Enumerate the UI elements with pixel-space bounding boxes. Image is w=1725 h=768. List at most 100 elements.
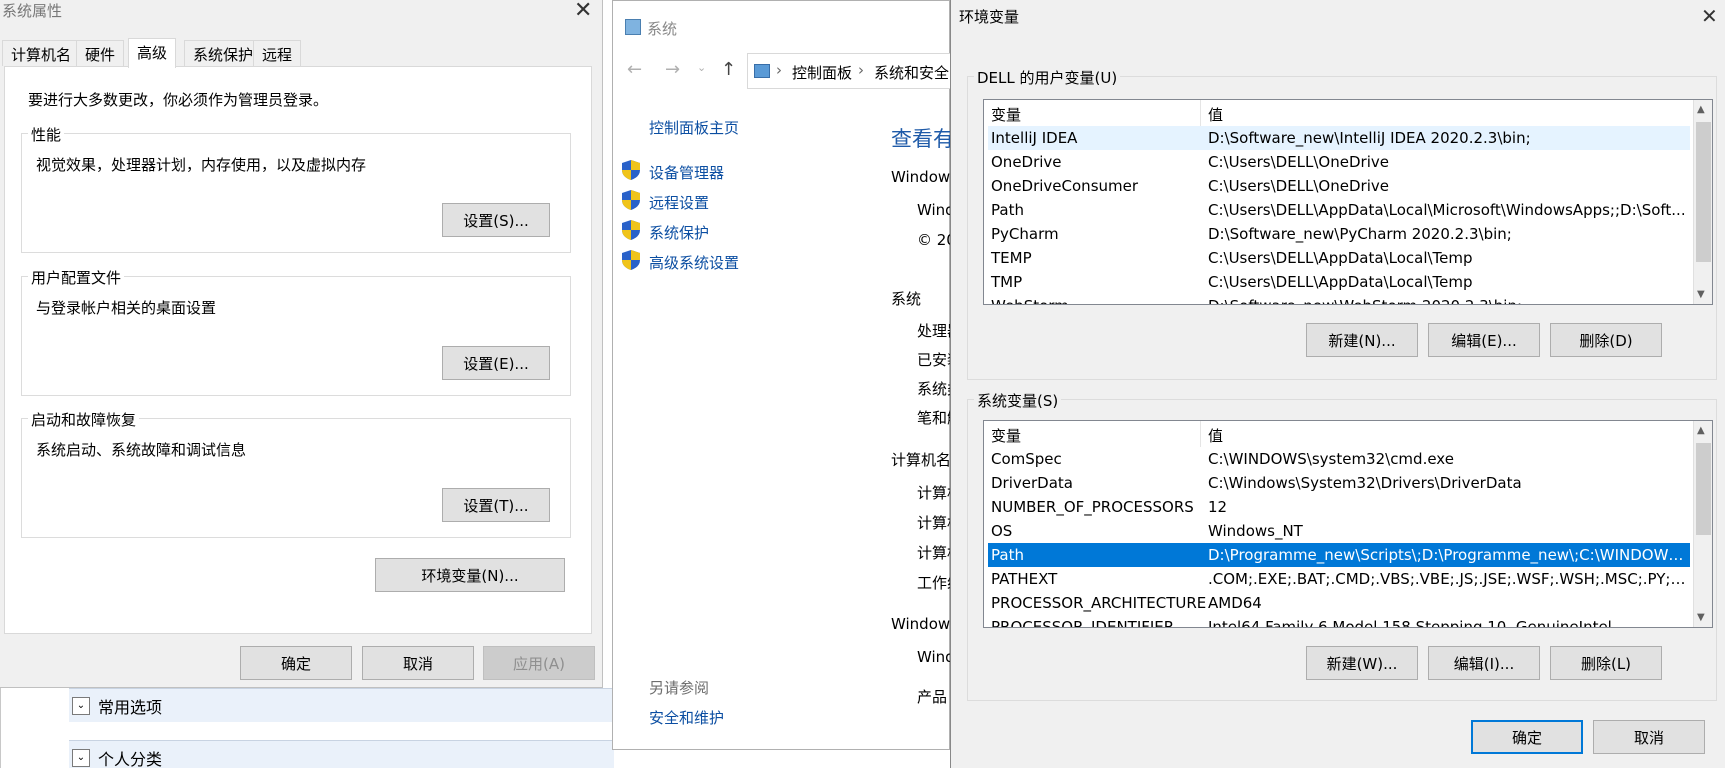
profiles-settings-button[interactable]: 设置(E)...: [442, 346, 550, 380]
see-also-label: 另请参阅: [649, 679, 710, 697]
tab-advanced[interactable]: 高级: [128, 38, 177, 68]
column-variable[interactable]: 变量: [991, 104, 1021, 125]
system-protection-link[interactable]: 系统保护: [649, 222, 709, 243]
chevron-down-icon[interactable]: ⌄: [697, 61, 706, 74]
var-name: OneDrive: [991, 153, 1062, 171]
scroll-up-icon[interactable]: ▲: [1697, 104, 1705, 115]
table-row[interactable]: DriverData C:\Windows\System32\Drivers\Dr…: [988, 471, 1690, 495]
group-desc: 与登录帐户相关的桌面设置: [36, 299, 217, 317]
var-name: Path: [991, 201, 1024, 219]
group-title: 性能: [28, 124, 65, 145]
table-row[interactable]: ComSpec C:\WINDOWS\system32\cmd.exe: [988, 447, 1690, 471]
info-text: 计算机: [917, 514, 951, 532]
var-value: C:\Users\DELL\AppData\Local\Temp: [1208, 249, 1473, 267]
var-value: D:\Programme_new\Scripts\;D:\Programme_n…: [1208, 546, 1686, 564]
scroll-down-icon[interactable]: ▼: [1697, 612, 1705, 623]
var-name: PROCESSOR_ARCHITECTURE: [991, 594, 1207, 612]
column-value[interactable]: 值: [1208, 104, 1223, 125]
user-delete-button[interactable]: 删除(D): [1550, 323, 1662, 357]
address-bar[interactable]: › 控制面板 › 系统和安全: [747, 53, 951, 89]
table-row[interactable]: PROCESSOR_ARCHITECTURE AMD64: [988, 591, 1690, 615]
ok-button[interactable]: 确定: [1471, 720, 1583, 754]
info-text: 处理器: [917, 322, 951, 340]
tab-remote[interactable]: 远程: [253, 40, 302, 66]
list-header: 变量 值: [984, 100, 1712, 126]
scroll-thumb[interactable]: [1696, 122, 1711, 262]
ok-button[interactable]: 确定: [240, 646, 352, 680]
table-row[interactable]: NUMBER_OF_PROCESSORS 12: [988, 495, 1690, 519]
security-maintenance-link[interactable]: 安全和维护: [649, 707, 724, 728]
table-row[interactable]: TMP C:\Users\DELL\AppData\Local\Temp: [988, 270, 1690, 294]
table-row[interactable]: IntelliJ IDEA D:\Software_new\IntelliJ ID…: [988, 126, 1690, 150]
breadcrumb-control-panel[interactable]: 控制面板: [792, 62, 852, 83]
user-variables-list[interactable]: 变量 值 IntelliJ IDEA D:\Software_new\Intell…: [983, 99, 1713, 305]
environment-variables-button[interactable]: 环境变量(N)...: [375, 558, 565, 592]
table-row[interactable]: Path C:\Users\DELL\AppData\Local\Microsof…: [988, 198, 1690, 222]
advanced-system-settings-link[interactable]: 高级系统设置: [649, 252, 739, 273]
table-row[interactable]: WebStorm D:\Software_new\WebStorm 2020.2.…: [988, 294, 1690, 304]
system-variables-list[interactable]: 变量 值 ComSpec C:\WINDOWS\system32\cmd.exe …: [983, 420, 1713, 628]
info-text: © 20: [917, 231, 951, 249]
table-row[interactable]: OS Windows_NT: [988, 519, 1690, 543]
scroll-down-icon[interactable]: ▼: [1697, 289, 1705, 300]
user-edit-button[interactable]: 编辑(E)...: [1428, 323, 1540, 357]
list-header: 变量 值: [984, 421, 1712, 447]
section-activation: Window: [891, 615, 951, 633]
scroll-up-icon[interactable]: ▲: [1697, 425, 1705, 436]
table-row[interactable]: OneDriveConsumer C:\Users\DELL\OneDrive: [988, 174, 1690, 198]
column-separator: [1200, 421, 1201, 447]
collapse-label: 个人分类: [98, 749, 163, 768]
tab-computer-name[interactable]: 计算机名: [2, 40, 81, 66]
device-manager-link[interactable]: 设备管理器: [649, 162, 724, 183]
collapse-row-common[interactable]: ⌄ 常用选项: [69, 688, 614, 722]
var-value: .COM;.EXE;.BAT;.CMD;.VBS;.VBE;.JS;.JSE;.…: [1208, 570, 1686, 588]
remote-settings-link[interactable]: 远程设置: [649, 192, 709, 213]
collapse-label: 常用选项: [98, 697, 163, 717]
cancel-button[interactable]: 取消: [362, 646, 474, 680]
scrollbar[interactable]: ▲ ▼: [1693, 100, 1712, 304]
system-delete-button[interactable]: 删除(L): [1550, 646, 1662, 680]
info-text: 计算机: [917, 544, 951, 562]
system-window: 系统 ← → ⌄ ↑ › 控制面板 › 系统和安全 控制面板主页 设备管理器 远…: [612, 0, 951, 750]
var-name: OneDriveConsumer: [991, 177, 1139, 195]
table-row-selected[interactable]: Path D:\Programme_new\Scripts\;D:\Program…: [988, 543, 1690, 567]
up-icon[interactable]: ↑: [721, 59, 736, 80]
group-title: DELL 的用户变量(U): [974, 67, 1121, 88]
close-icon[interactable]: ✕: [1701, 4, 1718, 28]
var-value: Intel64 Family 6 Model 158 Stepping 10, …: [1208, 618, 1612, 628]
page-heading: 查看有: [891, 127, 951, 151]
breadcrumb-system-security[interactable]: 系统和安全: [874, 62, 952, 83]
var-value: C:\Windows\System32\Drivers\DriverData: [1208, 474, 1522, 492]
section-windows: Window: [891, 168, 951, 186]
table-row[interactable]: PROCESSOR_IDENTIFIER Intel64 Family 6 Mod…: [988, 615, 1690, 628]
var-value: C:\Users\DELL\OneDrive: [1208, 153, 1389, 171]
performance-settings-button[interactable]: 设置(S)...: [442, 203, 550, 237]
back-icon[interactable]: ←: [627, 59, 642, 80]
startup-settings-button[interactable]: 设置(T)...: [442, 488, 550, 522]
cancel-button[interactable]: 取消: [1593, 720, 1705, 754]
scroll-thumb[interactable]: [1696, 443, 1711, 535]
control-panel-home-link[interactable]: 控制面板主页: [649, 117, 739, 138]
apply-button[interactable]: 应用(A): [483, 646, 595, 680]
tab-hardware[interactable]: 硬件: [76, 40, 125, 66]
user-new-button[interactable]: 新建(N)...: [1306, 323, 1418, 357]
forward-icon[interactable]: →: [665, 59, 680, 80]
table-row[interactable]: PATHEXT .COM;.EXE;.BAT;.CMD;.VBS;.VBE;.JS…: [988, 567, 1690, 591]
column-value[interactable]: 值: [1208, 425, 1223, 446]
var-name: IntelliJ IDEA: [991, 129, 1078, 147]
system-new-button[interactable]: 新建(W)...: [1306, 646, 1418, 680]
table-row[interactable]: PyCharm D:\Software_new\PyCharm 2020.2.3\…: [988, 222, 1690, 246]
table-row[interactable]: OneDrive C:\Users\DELL\OneDrive: [988, 150, 1690, 174]
table-row[interactable]: TEMP C:\Users\DELL\AppData\Local\Temp: [988, 246, 1690, 270]
performance-group: 性能 视觉效果，处理器计划，内存使用，以及虚拟内存 设置(S)...: [21, 124, 571, 253]
var-name: PyCharm: [991, 225, 1059, 243]
column-variable[interactable]: 变量: [991, 425, 1021, 446]
scrollbar[interactable]: ▲ ▼: [1693, 421, 1712, 627]
var-value: 12: [1208, 498, 1228, 516]
collapse-row-category[interactable]: ⌄ 个人分类: [69, 740, 614, 768]
var-name: DriverData: [991, 474, 1073, 492]
system-edit-button[interactable]: 编辑(I)...: [1428, 646, 1540, 680]
tab-system-protection[interactable]: 系统保护: [184, 40, 263, 66]
user-variables-group: DELL 的用户变量(U) 变量 值 IntelliJ IDEA D:\Softw…: [967, 67, 1717, 380]
close-icon[interactable]: ✕: [574, 0, 592, 23]
